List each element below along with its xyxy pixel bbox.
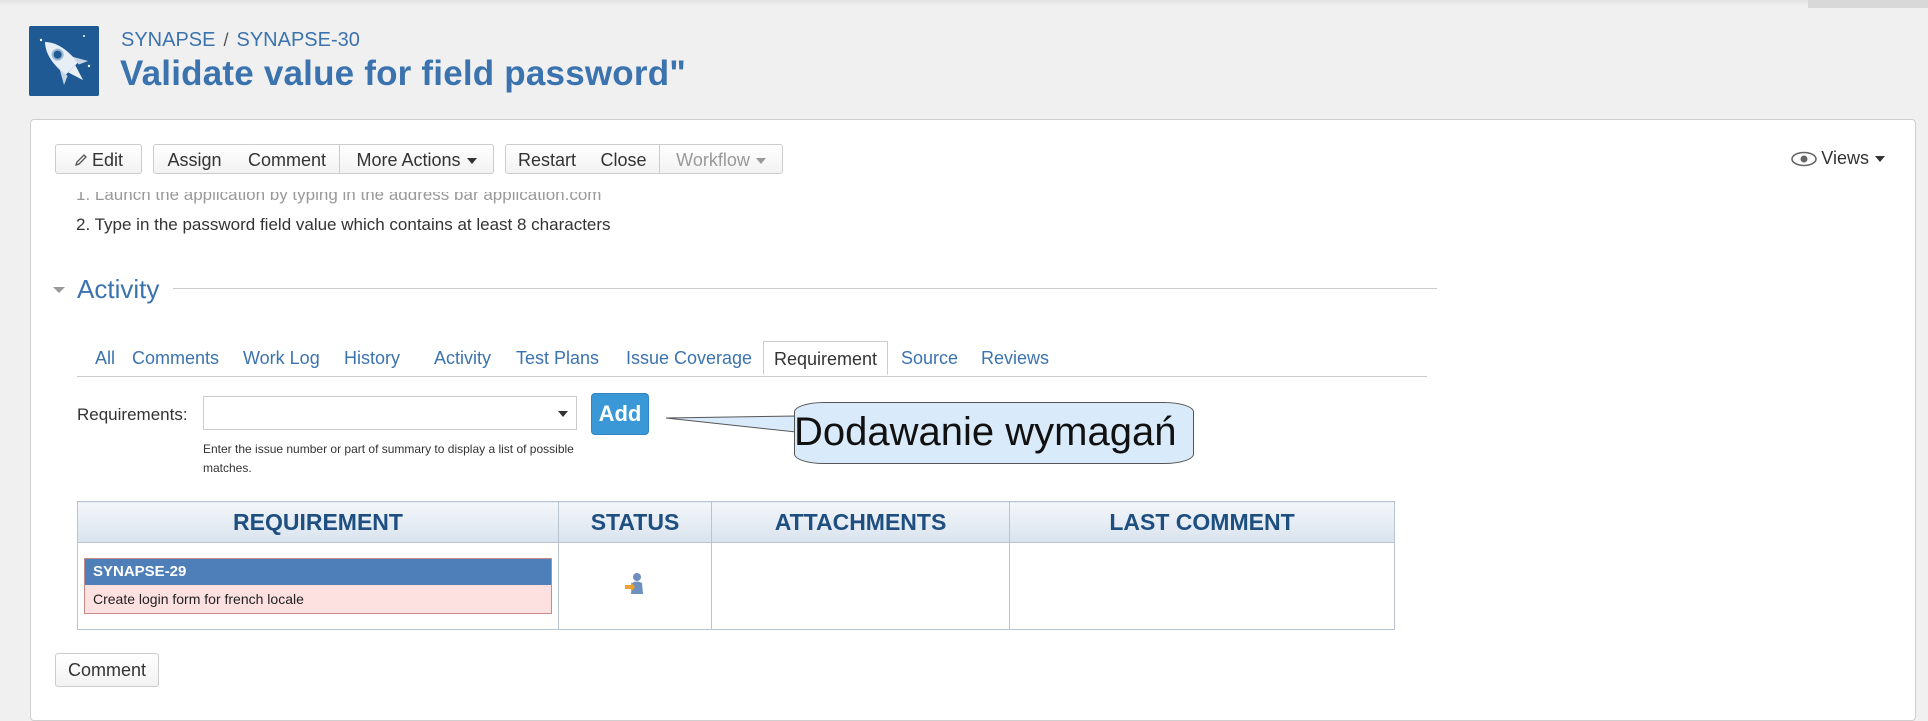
column-header-attachments[interactable]: ATTACHMENTS — [711, 501, 1010, 543]
tab-issue-coverage[interactable]: Issue Coverage — [626, 348, 752, 369]
requirements-table: REQUIREMENT STATUS ATTACHMENTS LAST COMM… — [77, 501, 1395, 630]
requirement-summary: Create login form for french locale — [85, 585, 551, 613]
tab-activity[interactable]: Activity — [434, 348, 491, 369]
views-menu[interactable]: Views — [1791, 148, 1885, 169]
column-header-last-comment[interactable]: LAST COMMENT — [1009, 501, 1395, 543]
comment-button[interactable]: Comment — [235, 144, 340, 174]
tab-test-plans[interactable]: Test Plans — [516, 348, 599, 369]
activity-tabs: All Comments Work Log History Activity T… — [77, 341, 1427, 377]
breadcrumb: SYNAPSE / SYNAPSE-30 — [121, 29, 360, 52]
annotation-callout-text: Dodawanie wymagań — [794, 410, 1177, 454]
description-step-1: 1. Launch the application by typing in t… — [76, 192, 602, 204]
tab-source[interactable]: Source — [901, 348, 958, 369]
description-step-2: 2. Type in the password field value whic… — [76, 215, 611, 234]
workflow-button[interactable]: Workflow — [659, 144, 783, 174]
last-comment-cell — [1009, 542, 1395, 630]
table-header-row: REQUIREMENT STATUS ATTACHMENTS LAST COMM… — [77, 501, 1395, 543]
callout-pointer — [666, 415, 797, 433]
issue-panel: Edit Assign Comment More Actions Restart… — [30, 119, 1916, 721]
more-actions-label: More Actions — [356, 150, 461, 170]
pencil-icon — [74, 154, 87, 167]
breadcrumb-issue-key[interactable]: SYNAPSE-30 — [237, 29, 360, 51]
close-button[interactable]: Close — [588, 144, 660, 174]
page-title[interactable]: Validate value for field password" — [120, 54, 686, 94]
status-cell — [558, 542, 712, 630]
assign-button[interactable]: Assign — [153, 144, 236, 174]
tab-all[interactable]: All — [95, 348, 115, 369]
tab-work-log[interactable]: Work Log — [243, 348, 320, 369]
table-row: SYNAPSE-29 Create login form for french … — [77, 542, 1395, 630]
tab-reviews[interactable]: Reviews — [981, 348, 1049, 369]
requirement-key[interactable]: SYNAPSE-29 — [85, 559, 551, 585]
breadcrumb-project[interactable]: SYNAPSE — [121, 29, 215, 51]
chevron-down-icon[interactable] — [558, 411, 568, 417]
collapse-triangle-icon[interactable] — [53, 287, 65, 293]
add-requirement-button[interactable]: Add — [591, 393, 649, 435]
chevron-down-icon — [1875, 156, 1885, 163]
activity-section-header[interactable]: Activity — [53, 274, 1437, 306]
requirement-card[interactable]: SYNAPSE-29 Create login form for french … — [84, 558, 552, 614]
restart-button[interactable]: Restart — [505, 144, 589, 174]
attachments-cell — [711, 542, 1010, 630]
corner-accent — [1808, 0, 1928, 8]
rocket-icon — [29, 26, 99, 96]
breadcrumb-separator: / — [223, 30, 229, 50]
views-label: Views — [1821, 148, 1869, 168]
edit-label: Edit — [91, 150, 124, 170]
more-actions-button[interactable]: More Actions — [339, 144, 494, 174]
requirements-select[interactable] — [203, 396, 577, 430]
chevron-down-icon — [755, 158, 766, 165]
edit-button[interactable]: Edit — [55, 144, 142, 174]
activity-divider — [173, 288, 1437, 289]
activity-title: Activity — [77, 274, 172, 305]
requirements-label: Requirements: — [77, 405, 188, 424]
chevron-down-icon — [466, 158, 477, 165]
project-avatar[interactable] — [29, 26, 99, 96]
user-status-icon[interactable] — [624, 572, 646, 596]
requirements-hint: Enter the issue number or part of summar… — [203, 442, 574, 475]
add-comment-button[interactable]: Comment — [55, 653, 160, 687]
column-header-status[interactable]: STATUS — [558, 501, 712, 543]
requirement-cell: SYNAPSE-29 Create login form for french … — [77, 542, 559, 630]
column-header-requirement[interactable]: REQUIREMENT — [77, 501, 559, 543]
top-shadow — [0, 0, 1928, 6]
tab-comments[interactable]: Comments — [132, 348, 219, 369]
eye-icon — [1791, 151, 1818, 167]
workflow-label: Workflow — [676, 150, 750, 170]
tab-history[interactable]: History — [344, 348, 400, 369]
tab-requirement[interactable]: Requirement — [763, 341, 889, 375]
